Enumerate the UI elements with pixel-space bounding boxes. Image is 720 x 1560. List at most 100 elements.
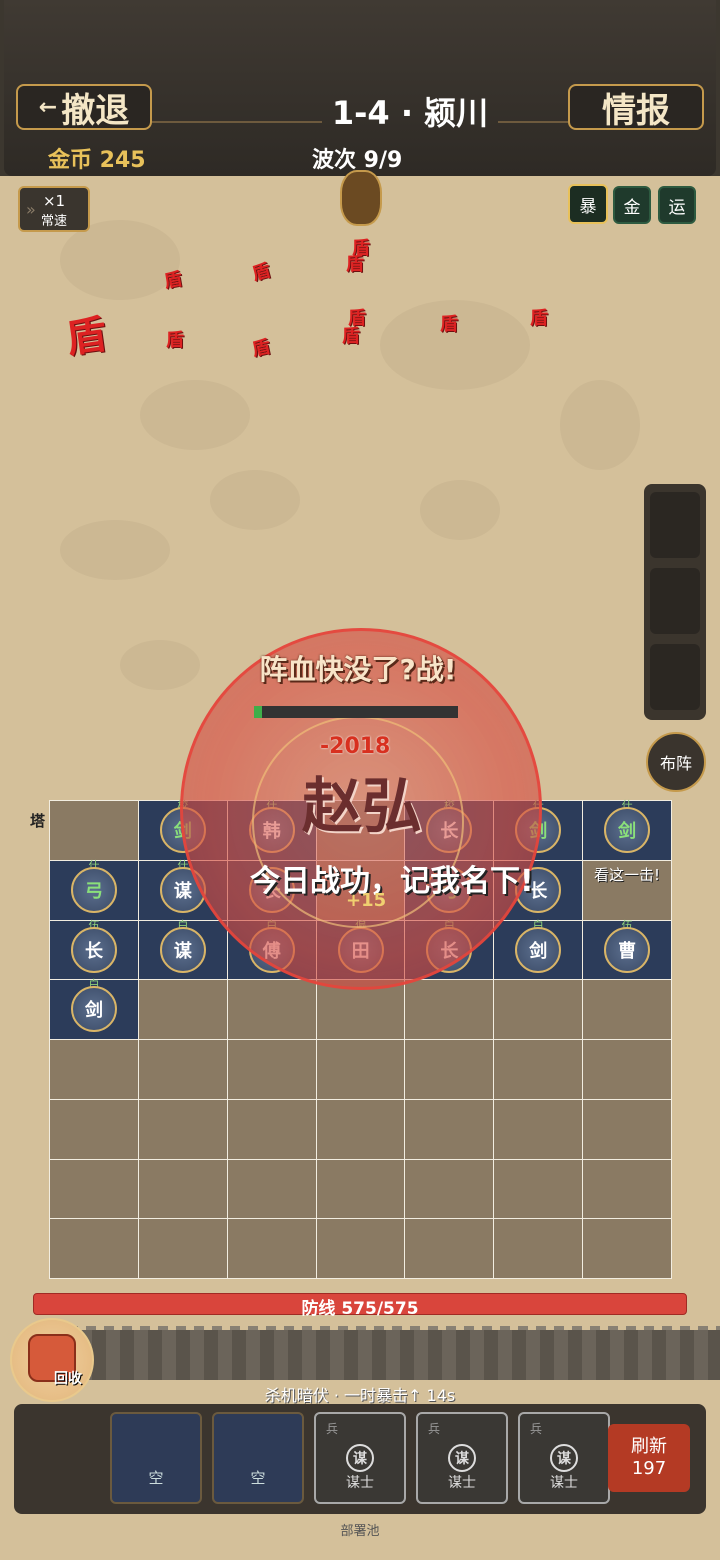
grid-cell[interactable] — [493, 1218, 584, 1279]
refresh-button[interactable]: 刷新 197 — [608, 1424, 690, 1492]
grid-cell[interactable]: 白谋 — [137, 919, 228, 981]
pool-slot[interactable]: 兵谋谋士 — [416, 1412, 508, 1504]
grid-cell[interactable] — [226, 1218, 317, 1279]
header-divider — [152, 121, 322, 123]
coin-counter: 金币 245 — [48, 148, 146, 173]
retreat-label: 撤退 — [61, 90, 130, 131]
enemy-shield: 盾 — [342, 326, 360, 347]
grid-cell[interactable] — [404, 1158, 495, 1220]
grid-cell[interactable] — [404, 1218, 495, 1279]
grid-cell[interactable] — [49, 800, 139, 861]
buff-gold[interactable]: 金 — [613, 186, 651, 224]
side-slot[interactable] — [650, 644, 700, 710]
grid-cell[interactable] — [137, 1218, 228, 1279]
grid-cell[interactable] — [582, 979, 672, 1040]
enemy-shield: 盾 — [249, 259, 273, 285]
tower-tag: 塔 — [30, 812, 46, 830]
strategist-icon: 谋 — [550, 1444, 578, 1472]
grid-cell[interactable] — [315, 1158, 406, 1220]
slot-tag: 兵 — [326, 1422, 339, 1436]
slot-empty-label: 空 — [250, 1469, 266, 1487]
grid-cell[interactable] — [137, 1098, 228, 1160]
side-slot[interactable] — [650, 568, 700, 634]
strategist-icon: 谋 — [448, 1444, 476, 1472]
pool-slot[interactable]: 兵谋谋士 — [314, 1412, 406, 1504]
grid-cell[interactable] — [315, 1039, 406, 1100]
unit-token[interactable]: 长 — [71, 926, 117, 973]
defense-label: 防线 575/575 — [301, 1299, 419, 1319]
grid-cell[interactable]: 什弓 — [49, 859, 139, 921]
grid-cell[interactable] — [137, 1039, 228, 1100]
refresh-cost: 197 — [631, 1458, 667, 1479]
grid-cell[interactable] — [404, 1039, 495, 1100]
slot-tag: 兵 — [530, 1422, 543, 1436]
side-slot[interactable] — [650, 492, 700, 558]
grid-cell[interactable] — [137, 979, 228, 1040]
boss-hp-fill — [254, 706, 263, 718]
slot-unit-name: 谋士 — [346, 1475, 374, 1491]
slot-empty-label: 空 — [148, 1469, 164, 1487]
grid-cell[interactable]: 伍曹 — [582, 919, 672, 981]
boss-hp-bar — [254, 706, 458, 718]
retreat-button[interactable]: ← 撤退 — [16, 84, 152, 131]
grid-cell[interactable] — [493, 979, 584, 1040]
back-arrow-icon: ← — [38, 94, 58, 120]
grid-cell[interactable] — [582, 1158, 672, 1220]
unit-token[interactable]: 剑 — [71, 986, 117, 1033]
enemy-shield: 盾 — [440, 314, 458, 335]
pool-slot[interactable]: 空 — [110, 1412, 202, 1504]
grid-cell[interactable]: 白剑 — [49, 978, 139, 1040]
pool-slot[interactable]: 空 — [212, 1412, 304, 1504]
grid-cell[interactable] — [226, 1039, 317, 1100]
buff-crit[interactable]: 暴 — [568, 184, 608, 224]
grid-cell[interactable] — [493, 1098, 584, 1160]
speed-button[interactable]: » ×1 常速 — [18, 186, 90, 232]
hero-quote: 今日战功，记我名下! — [250, 864, 534, 899]
grid-cell[interactable]: 伍长 — [49, 919, 139, 981]
double-chevron-icon: » — [26, 200, 36, 219]
buff-luck[interactable]: 运 — [658, 186, 696, 224]
slot-unit-name: 谋士 — [550, 1475, 578, 1491]
unit-token[interactable]: 谋 — [159, 926, 206, 973]
grid-cell[interactable] — [49, 1098, 139, 1160]
battle-shout: 阵血快没了?战! — [259, 653, 457, 686]
unit-token[interactable]: 曹 — [604, 926, 651, 973]
grid-cell[interactable] — [404, 979, 495, 1040]
enemy-shield: 盾 — [530, 308, 548, 329]
grid-cell[interactable] — [226, 1158, 317, 1220]
formation-button[interactable]: 布阵 — [646, 732, 706, 792]
grid-cell[interactable] — [582, 1039, 672, 1100]
slot-tag: 兵 — [428, 1422, 441, 1436]
grid-cell[interactable] — [493, 1158, 584, 1220]
grid-cell[interactable] — [137, 1158, 228, 1220]
grid-cell[interactable] — [49, 1218, 139, 1279]
level-title: 1-4 · 颍川 — [331, 94, 489, 132]
unit-token[interactable]: 剑 — [604, 807, 651, 853]
enemy-shield: 盾 — [346, 254, 364, 275]
strategist-icon: 谋 — [346, 1444, 374, 1472]
pool-slot[interactable]: 兵谋谋士 — [518, 1412, 610, 1504]
pool-label: 部署池 — [340, 1524, 380, 1539]
grid-cell[interactable] — [404, 1098, 495, 1160]
side-slot-panel — [644, 484, 706, 720]
grid-cell[interactable]: 白剑 — [493, 919, 584, 981]
enemy-shield: 盾 — [166, 330, 184, 351]
grid-cell[interactable] — [315, 1098, 406, 1160]
lantern-icon — [340, 170, 382, 226]
unit-token[interactable]: 剑 — [515, 926, 562, 973]
grid-cell[interactable] — [315, 1218, 406, 1279]
grid-cell[interactable] — [582, 1098, 672, 1160]
city-wall — [50, 1330, 720, 1380]
side-quote: 看这一击! — [594, 866, 661, 884]
damage-number: -2018 — [320, 734, 391, 759]
grid-cell[interactable]: 什剑 — [582, 799, 672, 861]
grid-cell[interactable] — [226, 979, 317, 1040]
grid-cell[interactable] — [493, 1039, 584, 1100]
unit-token[interactable]: 弓 — [71, 866, 117, 913]
grid-cell[interactable] — [582, 1218, 672, 1279]
info-button[interactable]: 情报 — [568, 84, 704, 131]
ambush-status: 杀机暗伏 · 一时暴击↑ 14s — [264, 1386, 456, 1405]
grid-cell[interactable] — [49, 1158, 139, 1220]
grid-cell[interactable] — [226, 1098, 317, 1160]
grid-cell[interactable] — [49, 1039, 139, 1100]
